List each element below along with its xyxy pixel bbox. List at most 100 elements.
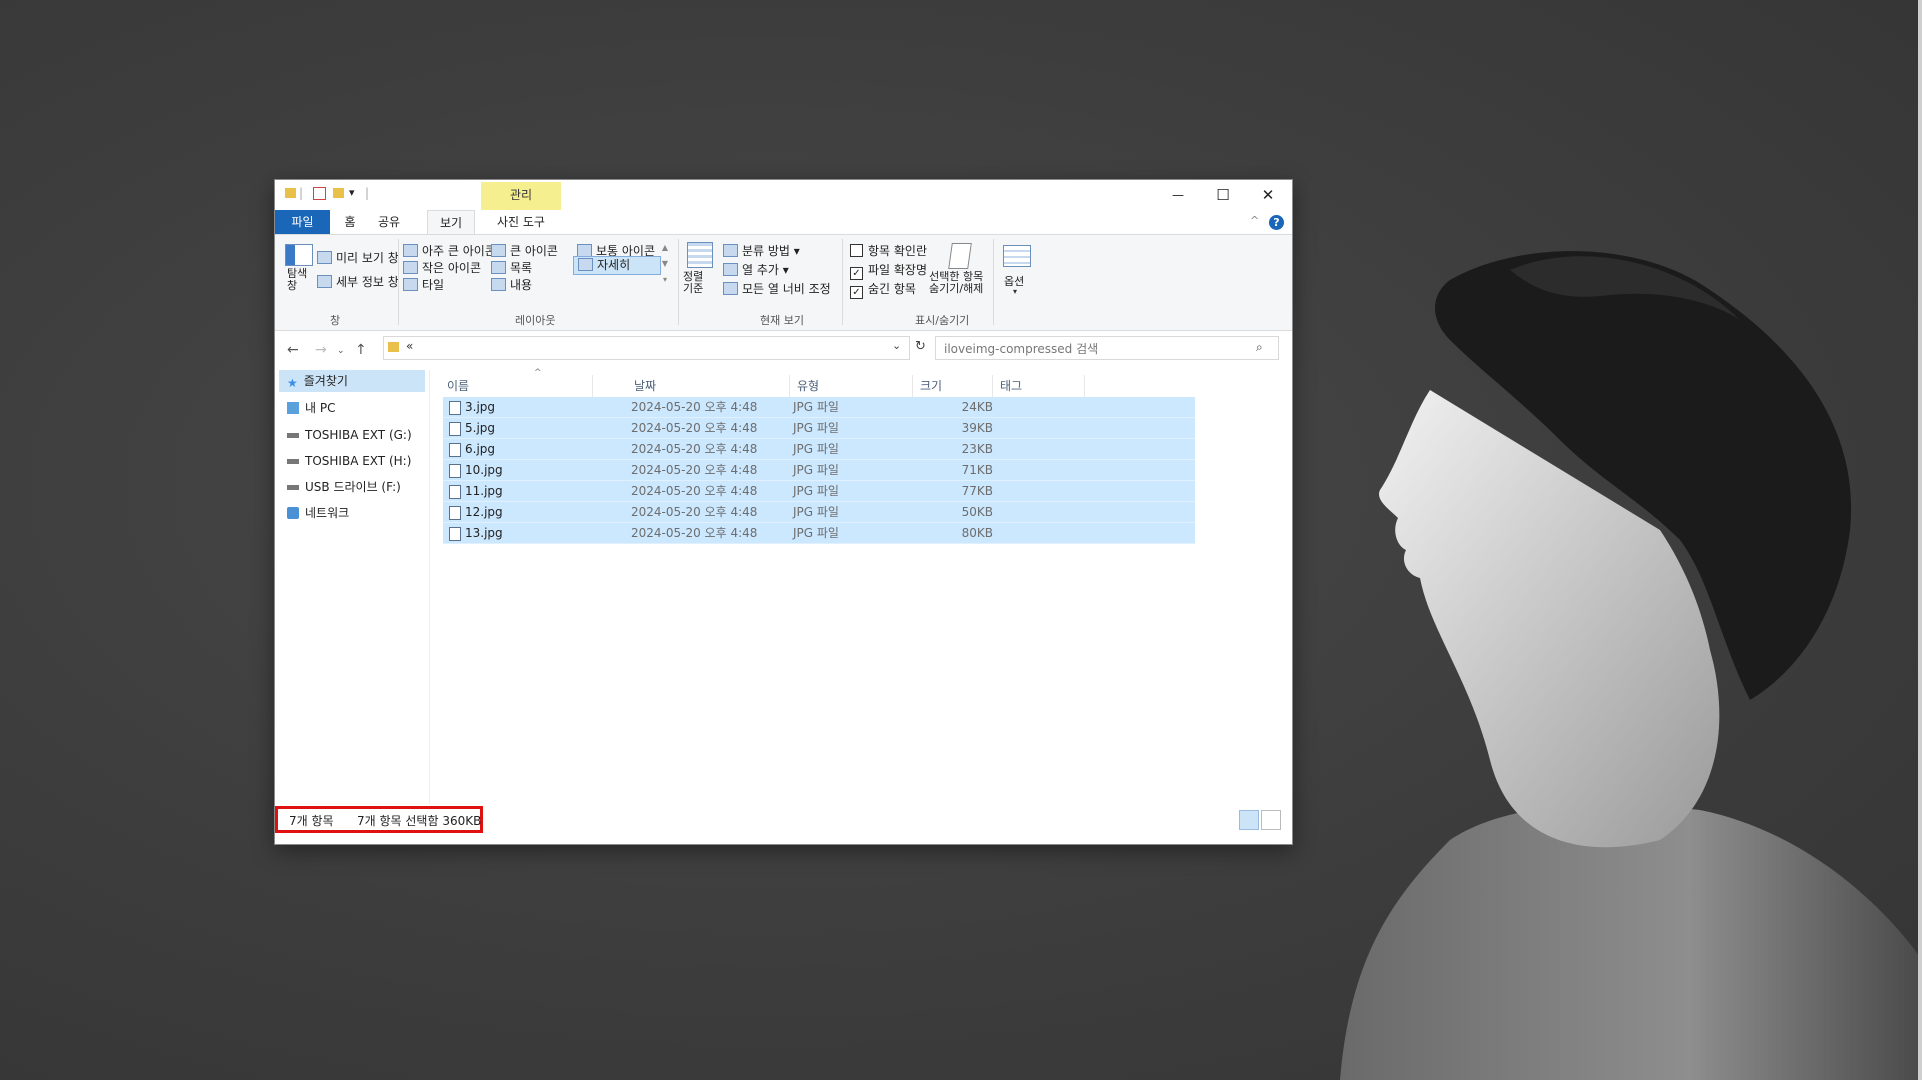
file-explorer-window[interactable]: | ▾ | 관리 — ☐ ✕ 파일 홈 공유 보기 사진 도구 ^ ? 탐색 창… [275, 180, 1292, 844]
file-name-extensions-toggle[interactable]: ✓ 파일 확장명 [850, 261, 927, 280]
file-size: 24KB [961, 400, 993, 414]
sort-by-button[interactable]: 정렬 기준 [683, 271, 703, 295]
options-dropdown-icon[interactable]: ▾ [1013, 287, 1017, 296]
recent-locations-icon[interactable]: ⌄ [337, 346, 345, 356]
file-type: JPG 파일 [793, 505, 839, 519]
item-check-boxes-checkbox[interactable] [850, 244, 863, 257]
back-arrow-icon[interactable]: ← [287, 342, 299, 358]
customize-toolbar-arrow[interactable]: ▾ [349, 186, 355, 199]
nav-item-quick-access[interactable]: ★ 즐겨찾기 [279, 370, 425, 392]
group-label-layout: 레이아웃 [515, 314, 556, 327]
file-row[interactable]: 6.jpg 2024-05-20 오후 4:48 JPG 파일 23KB [443, 439, 1195, 460]
image-file-icon [449, 464, 461, 478]
tab-view[interactable]: 보기 [427, 210, 475, 235]
nav-pane-button[interactable]: 탐색 창 [287, 268, 307, 292]
group-by-button[interactable]: 분류 방법 ▾ [723, 242, 800, 259]
sort-by-icon [687, 242, 713, 268]
preview-pane-button[interactable]: 미리 보기 창 [317, 249, 399, 266]
search-box[interactable]: iloveimg-compressed 검색 ⌕ [935, 336, 1279, 360]
layout-content[interactable]: 내용 [491, 276, 532, 293]
column-header-name[interactable]: 이름 [443, 375, 593, 397]
nav-pane-icon [285, 244, 313, 266]
file-date: 2024-05-20 오후 4:48 [631, 442, 758, 456]
file-type: JPG 파일 [793, 484, 839, 498]
hidden-items-checkbox[interactable]: ✓ [850, 286, 863, 299]
column-header-size[interactable]: 크기 [916, 375, 993, 397]
image-file-icon [449, 485, 461, 499]
tab-picture-tools[interactable]: 사진 도구 [481, 210, 561, 234]
large-icons-view-button[interactable] [1261, 810, 1281, 830]
group-label-current-view: 현재 보기 [760, 314, 804, 327]
folder-icon [285, 188, 296, 198]
star-icon: ★ [287, 376, 298, 390]
maximize-button[interactable]: ☐ [1200, 180, 1246, 210]
details-pane-button[interactable]: 세부 정보 창 [317, 273, 399, 290]
add-columns-icon [723, 263, 738, 276]
file-name: 12.jpg [465, 505, 503, 519]
ribbon: 탐색 창 미리 보기 창 세부 정보 창 창 아주 큰 아이콘 큰 아이콘 보통… [275, 234, 1292, 331]
list-icon [491, 261, 506, 274]
title-bar[interactable]: | ▾ | 관리 — ☐ ✕ [275, 180, 1292, 210]
close-button[interactable]: ✕ [1245, 180, 1291, 210]
preview-pane-icon [317, 251, 332, 264]
file-row[interactable]: 12.jpg 2024-05-20 오후 4:48 JPG 파일 50KB [443, 502, 1195, 523]
nav-item-network[interactable]: 네트워크 [287, 502, 349, 524]
layout-small-icons[interactable]: 작은 아이콘 [403, 259, 481, 276]
group-label-panes: 창 [330, 314, 341, 327]
address-dropdown-icon[interactable]: ⌄ [892, 339, 901, 352]
nav-item-usb-drive[interactable]: USB 드라이브 (F:) [287, 476, 401, 498]
minimize-button[interactable]: — [1155, 180, 1201, 210]
layout-large-icons[interactable]: 큰 아이콘 [491, 242, 558, 259]
details-icon [578, 258, 593, 271]
group-separator [993, 239, 994, 325]
content-icon [491, 278, 506, 291]
nav-item-drive-g[interactable]: TOSHIBA EXT (G:) [287, 424, 412, 446]
file-name: 13.jpg [465, 526, 503, 540]
file-row[interactable]: 5.jpg 2024-05-20 오후 4:48 JPG 파일 39KB [443, 418, 1195, 439]
file-row[interactable]: 13.jpg 2024-05-20 오후 4:48 JPG 파일 80KB [443, 523, 1195, 544]
file-name-extensions-checkbox[interactable]: ✓ [850, 267, 863, 280]
status-selection: 7개 항목 선택함 360KB [357, 814, 482, 828]
new-folder-icon[interactable] [333, 188, 344, 198]
file-row[interactable]: 3.jpg 2024-05-20 오후 4:48 JPG 파일 24KB [443, 397, 1195, 418]
file-row[interactable]: 11.jpg 2024-05-20 오후 4:48 JPG 파일 77KB [443, 481, 1195, 502]
up-arrow-icon[interactable]: ↑ [355, 342, 367, 358]
nav-item-drive-h[interactable]: TOSHIBA EXT (H:) [287, 450, 411, 472]
column-header-type[interactable]: 유형 [793, 375, 913, 397]
column-header-tags[interactable]: 태그 [996, 375, 1085, 397]
layout-tiles[interactable]: 타일 [403, 276, 444, 293]
layout-gallery-scroll[interactable]: ▲ ▼ ▾ [660, 240, 670, 288]
add-columns-button[interactable]: 열 추가 ▾ [723, 261, 789, 278]
size-all-columns-button[interactable]: 모든 열 너비 조정 [723, 280, 831, 297]
file-name: 11.jpg [465, 484, 503, 498]
file-type: JPG 파일 [793, 400, 839, 414]
contextual-tab-manage[interactable]: 관리 [481, 182, 561, 210]
help-icon[interactable]: ? [1269, 215, 1284, 230]
layout-extra-large-icons[interactable]: 아주 큰 아이콘 [403, 242, 496, 259]
address-bar[interactable]: « ⌄ [383, 336, 910, 360]
image-file-icon [449, 443, 461, 457]
tab-file[interactable]: 파일 [275, 210, 330, 234]
address-path[interactable]: « [406, 339, 413, 353]
hide-selected-button[interactable]: 선택한 항목 숨기기/해제 [929, 271, 983, 295]
nav-item-this-pc[interactable]: 내 PC [287, 397, 335, 419]
file-name: 5.jpg [465, 421, 496, 435]
properties-icon[interactable] [313, 187, 326, 200]
details-view-button[interactable] [1239, 810, 1259, 830]
file-row[interactable]: 10.jpg 2024-05-20 오후 4:48 JPG 파일 71KB [443, 460, 1195, 481]
hidden-items-toggle[interactable]: ✓ 숨긴 항목 [850, 280, 916, 299]
layout-list[interactable]: 목록 [491, 259, 532, 276]
tab-home[interactable]: 홈 [335, 210, 365, 234]
forward-arrow-icon[interactable]: → [315, 342, 327, 358]
search-placeholder[interactable]: iloveimg-compressed 검색 [944, 340, 1098, 357]
layout-details[interactable]: 자세히 [573, 256, 661, 275]
file-size: 80KB [961, 526, 993, 540]
tab-share[interactable]: 공유 [373, 210, 405, 234]
file-size: 71KB [961, 463, 993, 477]
item-check-boxes-toggle[interactable]: 항목 확인란 [850, 242, 927, 259]
group-separator [678, 239, 679, 325]
collapse-ribbon-icon[interactable]: ^ [1250, 214, 1259, 227]
search-icon[interactable]: ⌕ [1256, 340, 1263, 355]
refresh-icon[interactable]: ↻ [915, 339, 926, 354]
column-header-date[interactable]: 날짜 [630, 375, 790, 397]
